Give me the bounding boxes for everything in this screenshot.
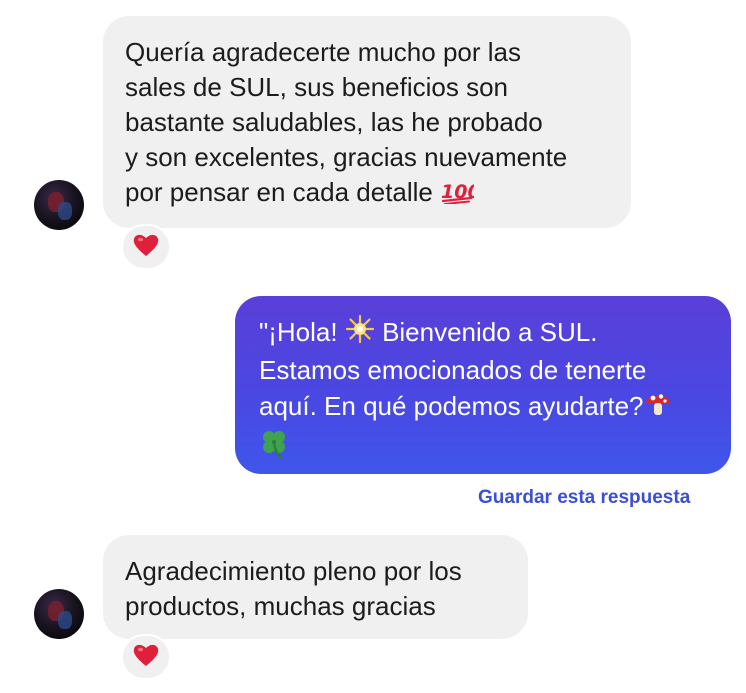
message-text-line: Agradecimiento pleno por los xyxy=(125,556,462,586)
message-text-line: bastante saludables, las he probado xyxy=(125,107,543,137)
message-text-line: Bienvenido a SUL. xyxy=(382,317,598,347)
heart-icon xyxy=(132,642,160,673)
message-text-line: y son excelentes, gracias nuevamente xyxy=(125,142,568,172)
heart-icon xyxy=(132,232,160,263)
message-text-line: sales de SUL, sus beneficios son xyxy=(125,72,508,102)
outgoing-message[interactable]: "¡Hola! Bienvenido a SUL. Estamos emocio… xyxy=(235,296,731,474)
message-text-line: por pensar en cada detalle xyxy=(125,177,433,207)
save-reply-link[interactable]: Guardar esta respuesta xyxy=(478,487,690,509)
hundred-points-icon: 100 xyxy=(440,178,481,213)
message-text-line: "¡Hola! xyxy=(259,317,338,347)
message-text-line: Estamos emocionados de tenerte xyxy=(259,355,647,385)
sparkle-star-icon xyxy=(345,314,375,353)
message-text-line: productos, muchas gracias xyxy=(125,591,436,621)
contact-avatar[interactable] xyxy=(34,589,84,639)
message-text-line: aquí. En qué podemos ayudarte? xyxy=(259,391,644,421)
message-text-line: Quería agradecerte mucho por las xyxy=(125,37,521,67)
contact-avatar[interactable] xyxy=(34,180,84,230)
reaction-badge[interactable] xyxy=(121,224,171,270)
incoming-message-2[interactable]: Agradecimiento pleno por los productos, … xyxy=(103,535,528,639)
incoming-message-1[interactable]: Quería agradecerte mucho por las sales d… xyxy=(103,16,631,228)
reaction-badge[interactable] xyxy=(121,634,171,680)
mushroom-icon xyxy=(644,388,672,427)
four-leaf-clover-icon xyxy=(259,427,289,468)
